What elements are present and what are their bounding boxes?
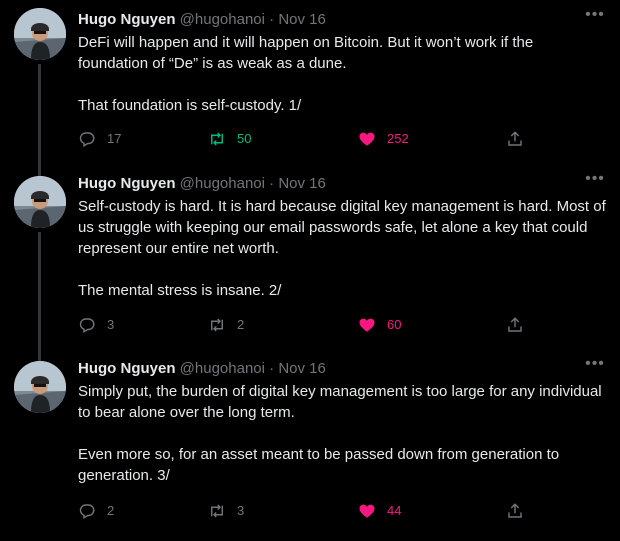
- like-count: 252: [387, 131, 409, 146]
- tweet-paragraph: That foundation is self-custody. 1/: [78, 97, 302, 114]
- avatar-photo-icon: [14, 361, 66, 413]
- share-icon: [508, 317, 522, 332]
- more-options-icon[interactable]: •••: [584, 6, 606, 28]
- tweet-paragraph: Simply put, the burden of digital key ma…: [78, 383, 602, 421]
- share-button[interactable]: [506, 128, 524, 150]
- like-count: 44: [387, 503, 402, 518]
- reply-button[interactable]: 3: [78, 314, 114, 336]
- tweet-date[interactable]: Nov 16: [278, 360, 326, 377]
- retweet-button[interactable]: 50: [208, 128, 251, 150]
- tweet-3[interactable]: Hugo Nguyen @hugohanoi · Nov 16 ••• Simp…: [0, 355, 620, 541]
- reply-icon: [79, 504, 95, 520]
- reply-button[interactable]: 17: [78, 128, 121, 150]
- thread-connector-line: [38, 64, 41, 174]
- like-button[interactable]: 252: [358, 128, 409, 150]
- author-name[interactable]: Hugo Nguyen: [78, 11, 176, 28]
- like-button[interactable]: 44: [358, 500, 401, 522]
- avatar[interactable]: [14, 361, 66, 413]
- tweet-paragraph: Self-custody is hard. It is hard because…: [78, 198, 606, 257]
- tweet-actions: 2 3 44: [78, 500, 620, 522]
- reply-button[interactable]: 2: [78, 500, 114, 522]
- tweet-text: DeFi will happen and it will happen on B…: [78, 32, 606, 116]
- author-name[interactable]: Hugo Nguyen: [78, 360, 176, 377]
- tweet-thread: Hugo Nguyen @hugohanoi · Nov 16 ••• DeFi…: [0, 0, 620, 541]
- share-button[interactable]: [506, 500, 524, 522]
- tweet-1[interactable]: Hugo Nguyen @hugohanoi · Nov 16 ••• DeFi…: [0, 4, 620, 174]
- tweet-actions: 17 50 252: [78, 128, 620, 150]
- reply-count: 17: [107, 131, 122, 146]
- tweet-header: Hugo Nguyen @hugohanoi · Nov 16: [78, 173, 620, 195]
- avatar-photo-icon: [14, 8, 66, 60]
- share-icon: [508, 503, 522, 518]
- retweet-button[interactable]: 2: [208, 314, 244, 336]
- reply-icon: [79, 318, 95, 334]
- tweet-date[interactable]: Nov 16: [278, 11, 326, 28]
- tweet-text: Simply put, the burden of digital key ma…: [78, 381, 606, 486]
- author-name[interactable]: Hugo Nguyen: [78, 175, 176, 192]
- tweet-paragraph: Even more so, for an asset meant to be p…: [78, 446, 560, 484]
- heart-icon: [359, 504, 375, 518]
- separator-dot: ·: [269, 360, 275, 377]
- retweet-count: 50: [237, 131, 252, 146]
- tweet-2[interactable]: Hugo Nguyen @hugohanoi · Nov 16 ••• Self…: [0, 170, 620, 355]
- author-handle[interactable]: @hugohanoi: [180, 11, 265, 28]
- thread-connector-line: [38, 232, 41, 355]
- separator-dot: ·: [269, 11, 275, 28]
- heart-icon: [359, 132, 375, 146]
- separator-dot: ·: [269, 175, 275, 192]
- share-icon: [508, 131, 522, 146]
- retweet-icon: [211, 132, 223, 146]
- retweet-button[interactable]: 3: [208, 500, 244, 522]
- share-button[interactable]: [506, 314, 524, 336]
- retweet-count: 3: [237, 503, 245, 518]
- avatar[interactable]: [14, 176, 66, 228]
- like-count: 60: [387, 317, 402, 332]
- tweet-actions: 3 2 60: [78, 314, 620, 336]
- tweet-header: Hugo Nguyen @hugohanoi · Nov 16: [78, 358, 620, 380]
- reply-count: 3: [107, 317, 115, 332]
- tweet-paragraph: The mental stress is insane. 2/: [78, 282, 282, 299]
- reply-icon: [79, 132, 95, 148]
- tweet-date[interactable]: Nov 16: [278, 175, 326, 192]
- retweet-icon: [211, 504, 223, 518]
- retweet-icon: [211, 318, 223, 332]
- more-options-icon[interactable]: •••: [584, 355, 606, 377]
- more-options-icon[interactable]: •••: [584, 170, 606, 192]
- retweet-count: 2: [237, 317, 245, 332]
- avatar[interactable]: [14, 8, 66, 60]
- author-handle[interactable]: @hugohanoi: [180, 175, 265, 192]
- like-button[interactable]: 60: [358, 314, 401, 336]
- tweet-header: Hugo Nguyen @hugohanoi · Nov 16: [78, 9, 620, 31]
- tweet-paragraph: DeFi will happen and it will happen on B…: [78, 34, 534, 72]
- reply-count: 2: [107, 503, 115, 518]
- heart-icon: [359, 318, 375, 332]
- author-handle[interactable]: @hugohanoi: [180, 360, 265, 377]
- tweet-text: Self-custody is hard. It is hard because…: [78, 196, 606, 301]
- avatar-photo-icon: [14, 176, 66, 228]
